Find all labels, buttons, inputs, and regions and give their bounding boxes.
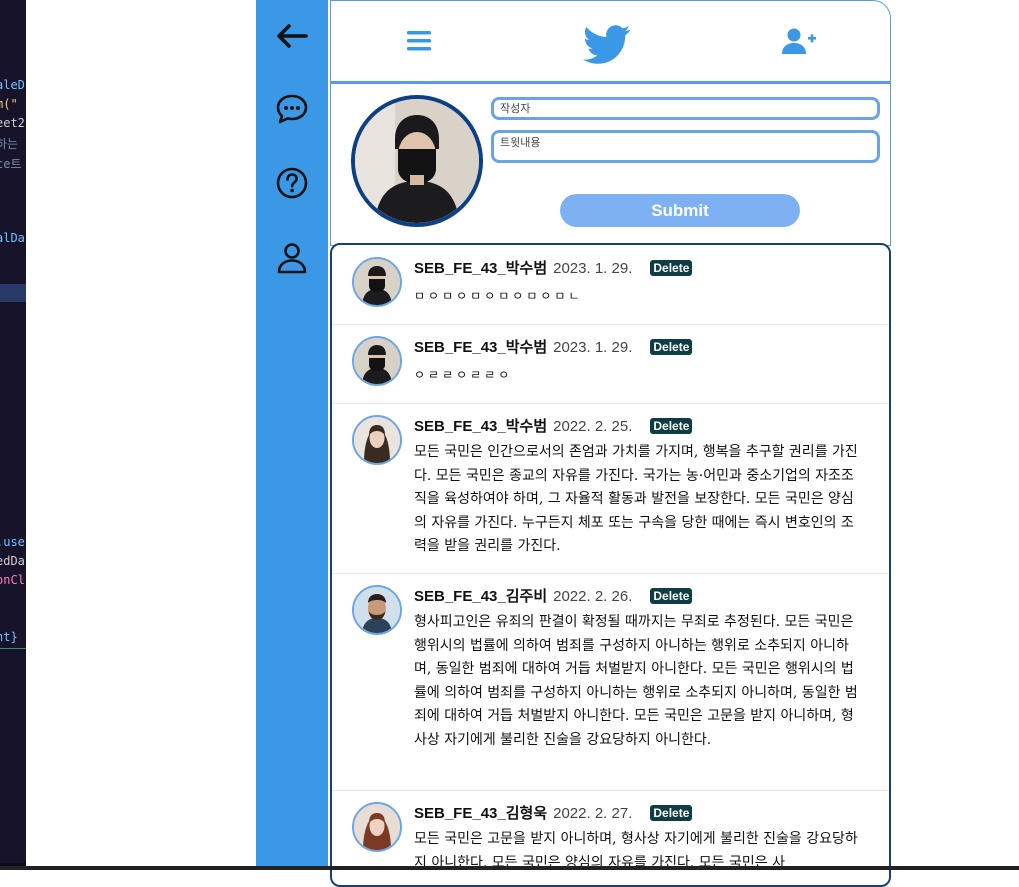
tweet-date: 2023. 1. 29. [553, 260, 633, 277]
editor-code-line: onCl [0, 573, 25, 587]
tweet-date: 2022. 2. 26. [553, 588, 633, 605]
tweet-username[interactable]: SEB_FE_43_박수범 [414, 418, 547, 435]
editor-code-line: .use [0, 535, 25, 549]
back-arrow-icon[interactable] [274, 18, 310, 54]
tweet-item: SEB_FE_43_김형욱 2022. 2. 27. Delete 모든 국민은 고… [332, 790, 889, 885]
tweet-avatar[interactable] [352, 336, 402, 386]
tweet-content: ㅁㅇㅁㅇㅁㅇㅁㅇㅁㅇㅁㄴ [414, 289, 583, 303]
tweet-avatar[interactable] [352, 415, 402, 465]
tweet-header: SEB_FE_43_박수범 2023. 1. 29. Delete [414, 336, 693, 356]
tweet-date: 2022. 2. 27. [553, 805, 633, 822]
tweet-username[interactable]: SEB_FE_43_박수범 [414, 339, 547, 356]
twitter-bird-icon[interactable] [583, 24, 631, 70]
editor-line-highlight [0, 284, 26, 302]
tweet-item: SEB_FE_43_박수범 2023. 1. 29. Delete ㅁㅇㅁㅇㅁㅇㅁㅇ… [332, 245, 889, 325]
user-plus-icon[interactable] [782, 27, 818, 59]
author-input[interactable] [491, 97, 880, 120]
tweet-username[interactable]: SEB_FE_43_김주비 [414, 588, 547, 605]
tweet-date: 2022. 2. 25. [553, 418, 633, 435]
user-icon[interactable] [274, 240, 310, 276]
tweet-content: 모든 국민은 인간으로서의 존엄과 가치를 가지며, 행복을 추구할 권리를 가… [414, 444, 858, 554]
editor-code-line: aleD [0, 78, 25, 92]
hamburger-menu-icon[interactable] [406, 29, 432, 57]
top-bar [330, 0, 891, 83]
tweet-content-input[interactable] [491, 130, 880, 163]
tweet-header: SEB_FE_43_김형욱 2022. 2. 27. Delete [414, 802, 693, 822]
tweet-date: 2023. 1. 29. [553, 339, 633, 356]
tweet-item: SEB_FE_43_박수범 2022. 2. 25. Delete 모든 국민은 인… [332, 403, 889, 574]
tweet-item: SEB_FE_43_김주비 2022. 2. 26. Delete 형사피고인은 유… [332, 573, 889, 791]
sidebar [256, 0, 328, 870]
tweet-header: SEB_FE_43_김주비 2022. 2. 26. Delete [414, 585, 693, 605]
code-editor-strip: aleD m(" eet2 하는 ce트 alDa .use edDa onCl nt} [0, 0, 26, 870]
editor-code-line: m(" [0, 97, 18, 111]
tweet-avatar[interactable] [352, 257, 402, 307]
chat-bubble-icon[interactable] [274, 91, 310, 127]
profile-avatar[interactable] [351, 95, 483, 227]
editor-code-line: nt} [0, 630, 18, 644]
editor-code-line: edDa [0, 554, 25, 568]
delete-button[interactable]: Delete [650, 260, 693, 276]
editor-code-line: 하는 [0, 137, 19, 151]
delete-button[interactable]: Delete [650, 339, 693, 355]
tweet-username[interactable]: SEB_FE_43_김형욱 [414, 805, 547, 822]
main-column: Submit SEB_FE_43_박수범 2023. 1. 29. Delete ㅁ… [330, 0, 891, 887]
tweet-username[interactable]: SEB_FE_43_박수범 [414, 260, 547, 277]
submit-button[interactable]: Submit [560, 194, 800, 227]
editor-code-line: eet2 [0, 116, 25, 130]
window-bottom-edge [0, 866, 1019, 870]
editor-code-line: ce트 [0, 157, 22, 171]
tweet-avatar[interactable] [352, 802, 402, 852]
tweet-content: 형사피고인은 유죄의 판결이 확정될 때까지는 무죄로 추정된다. 모든 국민은… [414, 614, 858, 748]
tweet-header: SEB_FE_43_박수범 2022. 2. 25. Delete [414, 415, 693, 435]
delete-button[interactable]: Delete [650, 588, 693, 604]
tweet-header: SEB_FE_43_박수범 2023. 1. 29. Delete [414, 257, 693, 277]
question-circle-icon[interactable] [274, 165, 310, 201]
tweet-avatar[interactable] [352, 585, 402, 635]
tweet-composer: Submit [330, 83, 891, 246]
delete-button[interactable]: Delete [650, 805, 693, 821]
editor-divider [0, 648, 26, 649]
tweet-feed: SEB_FE_43_박수범 2023. 1. 29. Delete ㅁㅇㅁㅇㅁㅇㅁㅇ… [330, 243, 891, 887]
tweet-item: SEB_FE_43_박수범 2023. 1. 29. Delete ㅇㄹㄹㅇㄹㄹㅇ [332, 324, 889, 404]
tweet-content: ㅇㄹㄹㅇㄹㄹㅇ [414, 368, 513, 382]
editor-code-line: alDa [0, 231, 25, 245]
delete-button[interactable]: Delete [650, 418, 693, 434]
